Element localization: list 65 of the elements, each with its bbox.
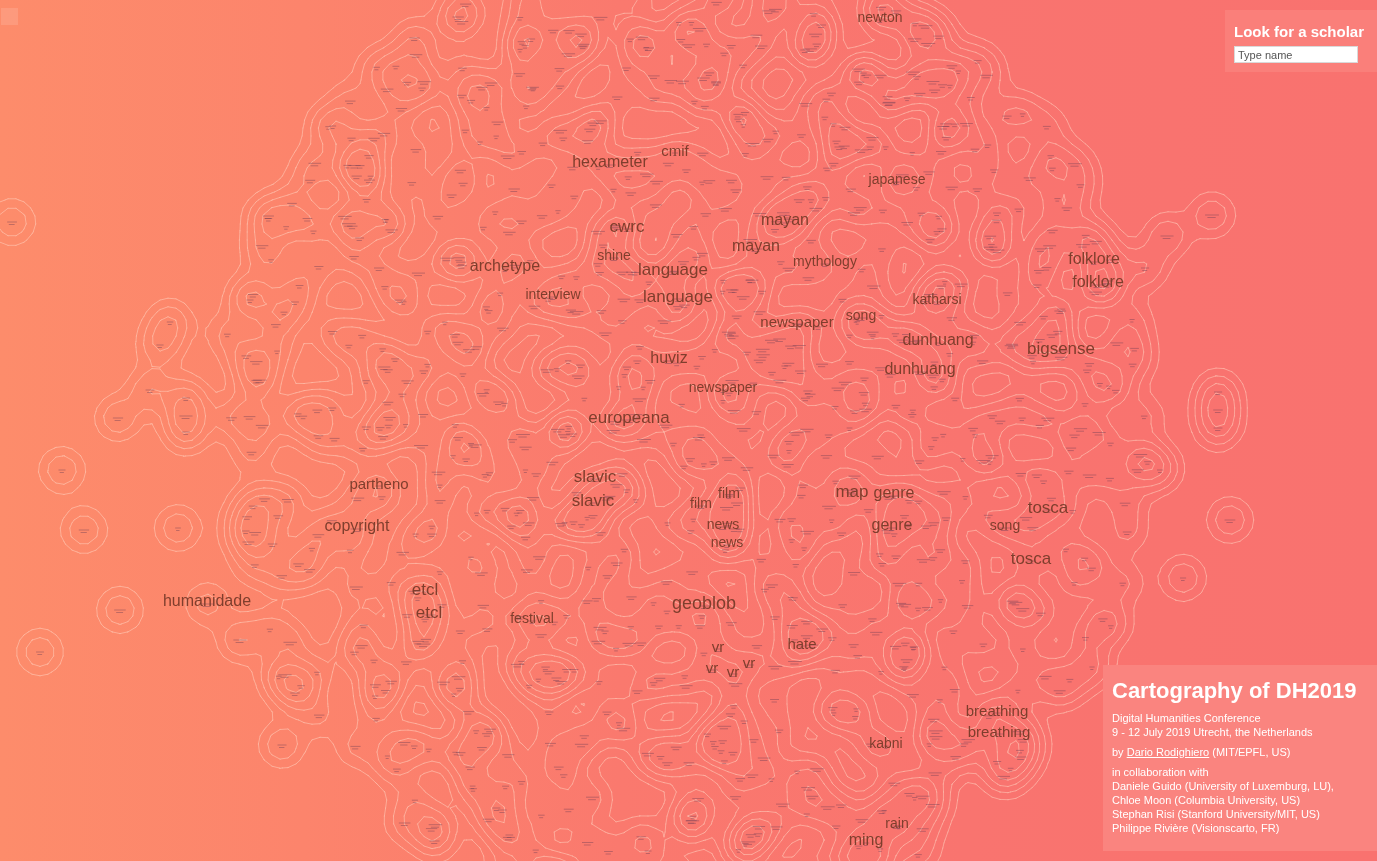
keyword-label: breathing: [967, 723, 1031, 739]
keyword-label: geoblob: [671, 594, 737, 612]
keyword-label: genre: [873, 485, 915, 501]
keyword-label: dunhuang: [884, 361, 956, 377]
keyword-label: folklore: [1072, 274, 1124, 290]
keyword-label: slavic: [571, 491, 615, 509]
keyword-label: vr: [711, 638, 725, 654]
map-title: Cartography of DH2019: [1112, 677, 1358, 705]
keyword-label: film: [690, 496, 712, 510]
collaborator-text: Chloe Moon (Columbia University, US): [1112, 793, 1302, 807]
search-title: Look for a scholar: [1234, 23, 1366, 41]
collaborator-text: Stephan Risi (Stanford University/MIT, US): [1112, 807, 1321, 821]
event-text: 9 - 12 July 2019 Utrecht, the Netherlands: [1112, 725, 1314, 739]
keyword-label: huviz: [650, 350, 688, 366]
keyword-label: mythology: [793, 254, 857, 268]
keyword-label: hate: [787, 635, 817, 651]
keyword-label: language: [643, 287, 713, 305]
keyword-label: shine: [597, 248, 631, 262]
collaborator-text: Philippe Rivière (Visionscarto, FR): [1112, 821, 1281, 835]
keyword-label: vr: [726, 663, 740, 679]
keyword-label: film: [718, 486, 740, 500]
keyword-label: etcl: [415, 603, 443, 621]
keyword-label: news: [710, 535, 744, 549]
keyword-label: hexameter: [572, 154, 648, 170]
keyword-label: map: [835, 482, 869, 500]
keyword-label: europeana: [588, 408, 670, 426]
keyword-label: bigsense: [1026, 339, 1096, 357]
keyword-label: tosca: [1027, 498, 1069, 516]
collaboration-heading: in collaboration with: [1112, 765, 1210, 779]
keyword-label: interview: [525, 287, 581, 301]
collaborator-text: Daniele Guido (University of Luxemburg, LU),: [1112, 779, 1335, 793]
keyword-label: festival: [510, 611, 554, 625]
keyword-label: japanese: [868, 172, 926, 186]
keyword-label: archetype: [469, 258, 541, 274]
keyword-label: vr: [705, 659, 719, 675]
keyword-label: slavic: [573, 467, 617, 485]
keyword-label: etcl: [411, 580, 439, 598]
author-link[interactable]: Dario Rodighiero: [1126, 746, 1210, 758]
keyword-label: song: [845, 308, 877, 322]
keyword-label: partheno: [349, 475, 409, 491]
keyword-label: dunhuang: [902, 332, 974, 348]
keyword-label: katharsi: [912, 292, 962, 306]
name-search-field[interactable]: Type name: [1234, 46, 1358, 63]
keyword-label: vr: [742, 654, 756, 670]
keyword-label: genre: [871, 517, 913, 533]
keyword-label: newspaper: [688, 380, 758, 394]
keyword-label: newton: [857, 10, 903, 24]
keyword-label: song: [989, 518, 1021, 532]
keyword-label: ming: [848, 832, 884, 848]
byline-text: by Dario Rodighiero (MIT/EPFL, US): [1112, 745, 1292, 759]
keyword-label: copyright: [324, 518, 390, 534]
keyword-label: kabni: [869, 736, 903, 750]
keyword-label: cmif: [661, 142, 689, 158]
keyword-label: tosca: [1010, 549, 1052, 567]
keyword-label: rain: [885, 816, 909, 830]
keyword-label: breathing: [965, 702, 1029, 718]
keyword-label: cwrc: [609, 217, 645, 235]
keyword-label: news: [706, 517, 740, 531]
keyword-label: humanidade: [162, 593, 252, 609]
keyword-label: newspaper: [760, 313, 834, 329]
keyword-label: mayan: [732, 238, 780, 254]
keyword-label: mayan: [761, 212, 809, 228]
event-text: Digital Humanities Conference: [1112, 711, 1262, 725]
keyword-label: folklore: [1068, 251, 1120, 267]
keyword-label: language: [638, 260, 708, 278]
